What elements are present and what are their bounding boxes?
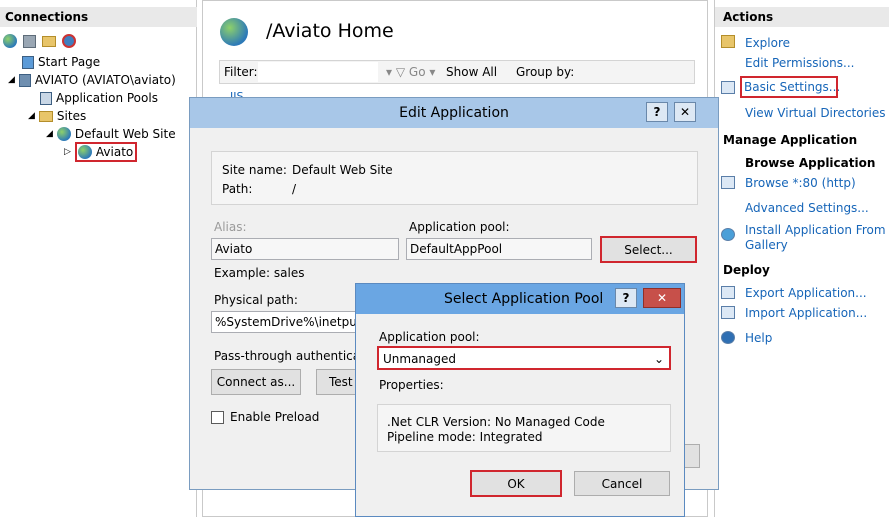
tree-label: Sites	[56, 109, 87, 123]
expand-arrow-icon[interactable]: ▷	[64, 143, 71, 161]
sites-folder-icon	[38, 110, 53, 122]
tree-item-default-web-site[interactable]: ◢ Default Web Site	[46, 125, 176, 143]
tree-item-start-page[interactable]: Start Page	[22, 53, 100, 71]
edit-application-titlebar: Edit Application	[190, 98, 718, 128]
alias-example: Example: sales	[214, 266, 305, 280]
path-label: Path:	[222, 182, 253, 196]
import-icon	[721, 306, 735, 319]
tree-label: Default Web Site	[74, 127, 176, 141]
browse-icon	[721, 176, 735, 189]
enable-preload-checkbox[interactable]	[211, 411, 224, 424]
deploy-section: Deploy	[723, 263, 770, 277]
chevron-down-icon[interactable]: ⌄	[654, 347, 664, 369]
basic-settings-icon	[721, 81, 735, 94]
edit-permissions-link[interactable]: Edit Permissions...	[745, 56, 854, 70]
group-by-label: Group by:	[516, 65, 575, 79]
select-button[interactable]: Select...	[600, 236, 697, 263]
actions-pane: Actions Explore Edit Permissions... Basi…	[714, 0, 889, 517]
site-name-label: Site name:	[222, 163, 287, 177]
install-gallery-line2: Gallery	[745, 238, 788, 252]
help-link[interactable]: Help	[745, 331, 772, 345]
tree-label: Aviato	[95, 145, 134, 159]
app-pools-icon	[40, 91, 52, 105]
tree-item-application-pools[interactable]: Application Pools	[40, 89, 158, 107]
tree-item-sites[interactable]: ◢ Sites	[28, 107, 86, 125]
up-folder-icon[interactable]	[42, 35, 56, 47]
alias-label: Alias:	[214, 220, 247, 234]
install-gallery-icon	[721, 228, 735, 241]
site-name-value: Default Web Site	[292, 163, 393, 177]
app-pool-label: Application pool:	[409, 220, 510, 234]
enable-preload-label: Enable Preload	[230, 410, 320, 424]
connect-as-button[interactable]: Connect as...	[211, 369, 301, 395]
clr-version: .Net CLR Version: No Managed Code	[387, 415, 605, 429]
physical-path-label: Physical path:	[214, 293, 298, 307]
disconnect-icon[interactable]	[62, 34, 76, 48]
aviato-highlight[interactable]: Aviato	[74, 142, 138, 162]
install-gallery-line1: Install Application From	[745, 223, 886, 237]
tree-label: Start Page	[38, 55, 101, 69]
collapse-arrow-icon[interactable]: ◢	[46, 125, 53, 143]
filter-input[interactable]	[258, 62, 378, 82]
explore-icon	[721, 35, 735, 48]
connections-header: Connections	[0, 7, 197, 27]
export-icon	[721, 286, 735, 299]
selected-pool: Unmanaged	[383, 352, 457, 366]
basic-settings-link[interactable]: Basic Settings...	[740, 76, 840, 98]
import-application-link[interactable]: Import Application...	[745, 306, 867, 320]
app-pool-dropdown[interactable]: Unmanaged ⌄	[377, 346, 671, 370]
select-application-pool-dialog: Select Application Pool ? ✕ Application …	[355, 283, 685, 517]
go-button[interactable]: ▾ ▽ Go ▾	[386, 65, 435, 79]
pool-label: Application pool:	[379, 330, 480, 344]
help-button[interactable]: ?	[615, 288, 637, 308]
ok-button[interactable]: OK	[470, 470, 562, 497]
manage-application-section: Manage Application	[723, 133, 858, 147]
actions-header: Actions	[715, 7, 889, 27]
connections-toolbar	[0, 30, 197, 52]
view-virtual-directories-link[interactable]: View Virtual Directories	[745, 106, 886, 120]
server-icon	[18, 73, 31, 87]
start-page-icon	[22, 55, 34, 69]
browse-80-link[interactable]: Browse *:80 (http)	[745, 176, 856, 190]
cancel-button[interactable]: Cancel	[574, 471, 670, 496]
dialog-title: Edit Application	[399, 105, 509, 121]
passthrough-label: Pass-through authenticati	[214, 349, 356, 363]
save-icon[interactable]	[23, 34, 36, 48]
filter-label: Filter:	[224, 65, 258, 79]
connections-pane: Connections Start Page ◢ AVIATO (AVIATO\…	[0, 0, 197, 517]
close-icon[interactable]: ✕	[643, 288, 681, 308]
dialog-title: Select Application Pool	[444, 291, 604, 307]
close-icon[interactable]: ✕	[674, 102, 696, 122]
page-title: /Aviato Home	[266, 20, 394, 42]
tree-item-server[interactable]: ◢ AVIATO (AVIATO\aviato)	[8, 71, 176, 89]
advanced-settings-link[interactable]: Advanced Settings...	[745, 201, 869, 215]
help-button[interactable]: ?	[646, 102, 668, 122]
install-gallery-link[interactable]: Install Application From Gallery	[745, 223, 886, 253]
pipeline-mode: Pipeline mode: Integrated	[387, 430, 543, 444]
connect-globe-icon[interactable]	[3, 34, 17, 48]
alias-field[interactable]: Aviato	[211, 238, 399, 260]
collapse-arrow-icon[interactable]: ◢	[28, 107, 35, 125]
help-icon	[721, 331, 735, 344]
collapse-arrow-icon[interactable]: ◢	[8, 71, 15, 89]
globe-icon	[56, 127, 71, 141]
explore-link[interactable]: Explore	[745, 36, 790, 50]
export-application-link[interactable]: Export Application...	[745, 286, 867, 300]
app-globe-icon	[77, 145, 92, 159]
tree-label: Application Pools	[56, 91, 158, 105]
properties-label: Properties:	[379, 378, 444, 392]
app-pool-field: DefaultAppPool	[406, 238, 592, 260]
physical-path-field[interactable]: %SystemDrive%\inetpub\w	[211, 311, 356, 333]
browse-application-label: Browse Application	[745, 156, 876, 170]
test-settings-button[interactable]: Test	[316, 369, 356, 395]
site-info-box	[211, 151, 698, 205]
show-all-button[interactable]: Show All	[446, 65, 497, 79]
tree-item-aviato[interactable]: ▷ Aviato	[64, 142, 138, 162]
home-globe-icon	[220, 18, 248, 46]
properties-box: .Net CLR Version: No Managed Code Pipeli…	[377, 404, 671, 452]
path-value: /	[292, 182, 297, 196]
tree-label: AVIATO (AVIATO\aviato)	[34, 73, 176, 87]
